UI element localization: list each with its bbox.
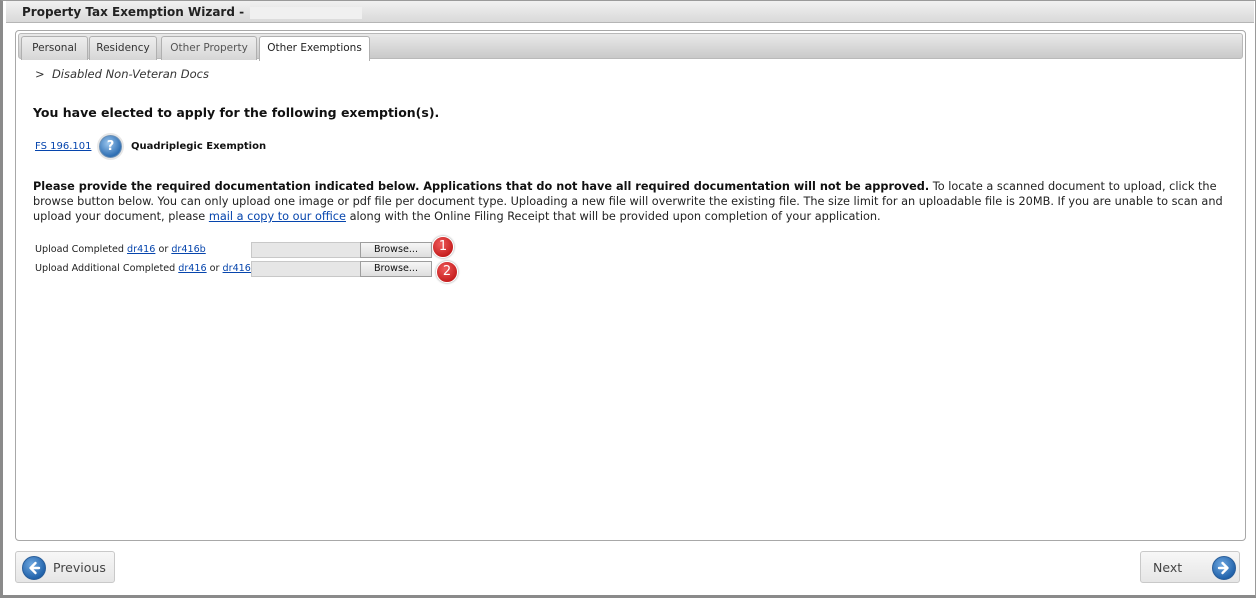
previous-label: Previous xyxy=(53,560,106,575)
file-path-field[interactable] xyxy=(251,242,363,258)
step-badge-2: 2 xyxy=(436,261,458,283)
upload-label-prefix: Upload Additional Completed xyxy=(35,263,179,274)
window-titlebar: Property Tax Exemption Wizard - xyxy=(6,1,1254,23)
file-path-field[interactable] xyxy=(251,261,363,277)
exemption-name: Quadriplegic Exemption xyxy=(131,141,267,152)
statute-link[interactable]: FS 196.101 xyxy=(35,141,91,152)
dr416-link[interactable]: dr416 xyxy=(127,244,155,255)
upload-label: Upload Additional Completed dr416 or dr4… xyxy=(35,263,257,274)
tab-personal[interactable]: Personal xyxy=(21,36,88,60)
upload-label-or: or xyxy=(155,244,172,255)
arrow-right-icon xyxy=(1212,556,1236,580)
step-badge-1: 1 xyxy=(432,236,454,258)
dr416b-link[interactable]: dr416b xyxy=(171,244,205,255)
window-title: Property Tax Exemption Wizard - xyxy=(22,5,245,19)
instructions: Please provide the required documentatio… xyxy=(33,179,1233,224)
elected-heading: You have elected to apply for the follow… xyxy=(33,105,440,120)
dr416-link[interactable]: dr416 xyxy=(178,263,206,274)
instructions-warning: Please provide the required documentatio… xyxy=(33,180,930,193)
browse-button[interactable]: Browse... xyxy=(360,242,432,258)
browse-button[interactable]: Browse... xyxy=(360,261,432,277)
breadcrumb-marker: > xyxy=(35,67,45,81)
breadcrumb: > Disabled Non-Veteran Docs xyxy=(35,67,209,81)
instructions-text-end: along with the Online Filing Receipt tha… xyxy=(345,210,881,223)
tab-other-property[interactable]: Other Property xyxy=(161,36,257,60)
upload-label-prefix: Upload Completed xyxy=(35,244,128,255)
next-button[interactable]: Next xyxy=(1140,551,1240,583)
upload-label: Upload Completed dr416 or dr416b xyxy=(35,244,206,255)
help-question-icon[interactable]: ? xyxy=(99,135,122,158)
previous-button[interactable]: Previous xyxy=(15,551,115,583)
wizard-panel: Personal Residency Other Property Other … xyxy=(15,30,1246,541)
upload-label-or: or xyxy=(206,263,223,274)
tab-bar: Personal Residency Other Property Other … xyxy=(18,33,1243,61)
tab-other-exemptions[interactable]: Other Exemptions xyxy=(259,36,370,61)
arrow-left-icon xyxy=(22,556,46,580)
redacted-owner-name xyxy=(250,6,363,19)
tab-residency[interactable]: Residency xyxy=(89,36,157,60)
mail-copy-link[interactable]: mail a copy to our office xyxy=(209,210,346,223)
next-label: Next xyxy=(1153,560,1183,575)
breadcrumb-text: Disabled Non-Veteran Docs xyxy=(51,67,209,81)
